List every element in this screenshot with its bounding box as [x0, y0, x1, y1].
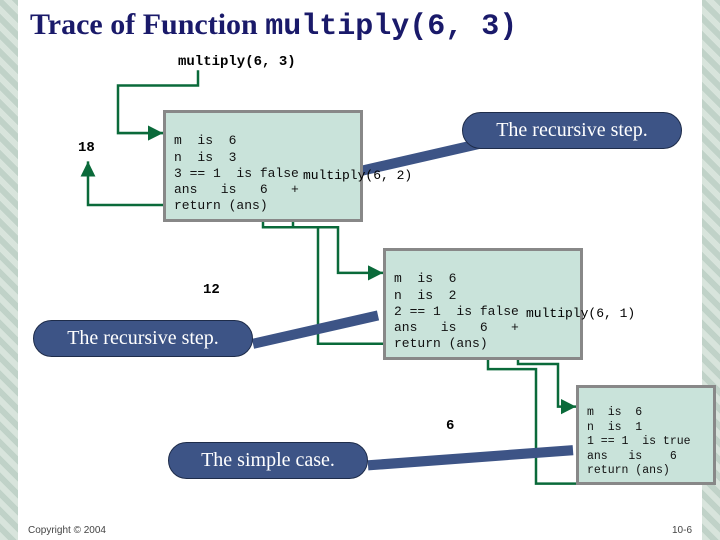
box1-line4: ans is 6 +	[174, 182, 299, 197]
callout-recursive-1: The recursive step.	[462, 112, 682, 149]
trace-box-2: m is 6 n is 2 2 == 1 is false ans is 6 +…	[383, 248, 583, 360]
box2-line5: return (ans)	[394, 336, 488, 351]
title-text: Trace of Function	[30, 8, 265, 41]
result-12: 12	[203, 282, 220, 298]
box1-line5: return (ans)	[174, 198, 268, 213]
box2-ext-call: multiply(6, 1)	[526, 306, 635, 321]
box2-line3: 2 == 1 is false	[394, 304, 519, 319]
result-6: 6	[446, 418, 454, 434]
box2-line2: n is 2	[394, 288, 456, 303]
box1-line3: 3 == 1 is false	[174, 166, 299, 181]
footer: Copyright © 2004 10-6	[28, 525, 692, 536]
box3-line3: 1 == 1 is true	[587, 435, 691, 448]
callout-recursive-2: The recursive step.	[33, 320, 253, 357]
box2-line4: ans is 6 +	[394, 320, 519, 335]
slide-body: Trace of Function multiply(6, 3)	[18, 0, 702, 540]
title-code: multiply(6, 3)	[265, 10, 517, 44]
result-18: 18	[78, 140, 95, 156]
box1-line2: n is 3	[174, 150, 236, 165]
callout-simple: The simple case.	[168, 442, 368, 479]
copyright: Copyright © 2004	[28, 525, 106, 536]
box1-ext-call: multiply(6, 2)	[303, 168, 412, 183]
slide-title: Trace of Function multiply(6, 3)	[18, 0, 702, 48]
box3-line4: ans is 6	[587, 450, 677, 463]
box2-line1: m is 6	[394, 271, 456, 286]
box3-line1: m is 6	[587, 406, 642, 419]
box3-line2: n is 1	[587, 421, 642, 434]
trace-box-3: m is 6 n is 1 1 == 1 is true ans is 6 re…	[576, 385, 716, 485]
top-call-label: multiply(6, 3)	[178, 54, 296, 70]
diagram-canvas: multiply(6, 3) 18 12 6 m is 6 n is 3 3 =…	[28, 50, 692, 516]
box1-line1: m is 6	[174, 133, 236, 148]
decorative-border-left	[0, 0, 18, 540]
trace-box-1: m is 6 n is 3 3 == 1 is false ans is 6 +…	[163, 110, 363, 222]
page-number: 10-6	[672, 525, 692, 536]
box3-line5: return (ans)	[587, 464, 670, 477]
